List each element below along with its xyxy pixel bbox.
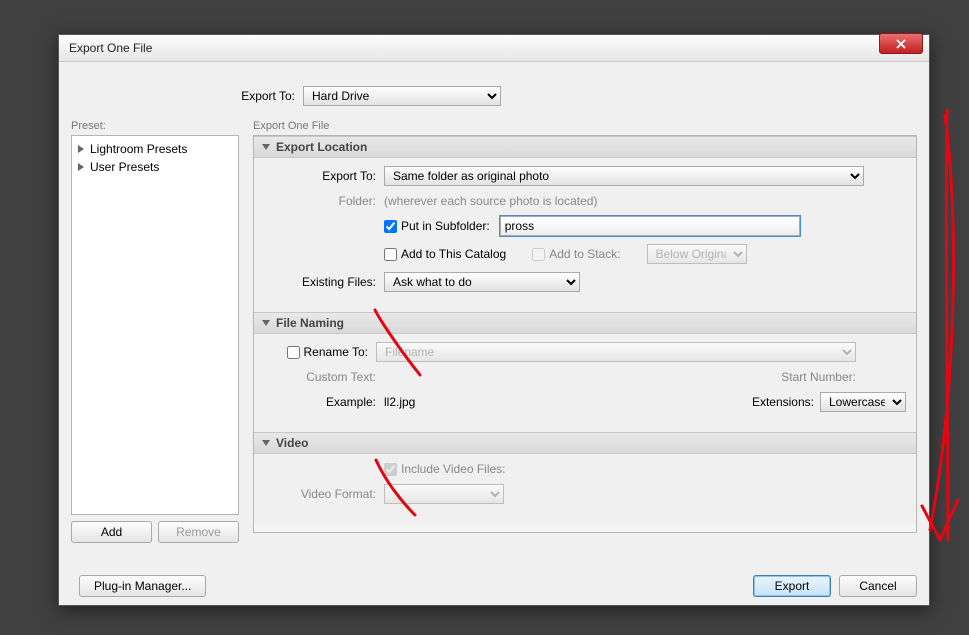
triangle-down-icon: [262, 440, 270, 446]
preset-buttons: Add Remove: [71, 521, 239, 543]
close-icon: [896, 39, 906, 49]
settings-title: Export One File: [253, 120, 917, 132]
rename-to-checkbox[interactable]: Rename To:: [264, 345, 376, 359]
exportloc-exportto-label: Export To:: [264, 169, 384, 183]
preset-item-label: User Presets: [90, 160, 159, 174]
add-to-stack-label: Add to Stack:: [549, 247, 620, 261]
include-video-label: Include Video Files:: [401, 462, 506, 476]
folder-label: Folder:: [264, 194, 384, 208]
video-format-label: Video Format:: [264, 487, 384, 501]
include-video-checkbox: Include Video Files:: [384, 462, 506, 476]
remove-preset-button[interactable]: Remove: [158, 521, 239, 543]
preset-label: Preset:: [71, 120, 239, 132]
preset-item-lightroom[interactable]: Lightroom Presets: [74, 140, 236, 158]
title-bar: Export One File: [59, 35, 929, 62]
extensions-select[interactable]: Lowercase: [820, 392, 906, 412]
put-in-subfolder-input[interactable]: [384, 220, 397, 233]
section-header-video[interactable]: Video: [254, 432, 916, 454]
existing-files-label: Existing Files:: [264, 275, 384, 289]
add-to-catalog-label: Add to This Catalog: [401, 247, 506, 261]
export-to-select[interactable]: Hard Drive: [303, 86, 501, 106]
extensions-label: Extensions:: [752, 395, 814, 409]
section-title: Video: [276, 436, 308, 450]
columns: Preset: Lightroom Presets User Presets A…: [71, 120, 917, 543]
export-button[interactable]: Export: [753, 575, 831, 597]
section-header-export-location[interactable]: Export Location: [254, 136, 916, 158]
export-dialog: Export One File Export To: Hard Drive Pr…: [58, 34, 930, 606]
dialog-title: Export One File: [69, 41, 923, 55]
existing-files-select[interactable]: Ask what to do: [384, 272, 580, 292]
stack-position-select: Below Original: [647, 244, 747, 264]
section-body-file-naming: Rename To: Filename Custom Text: Start N…: [254, 334, 916, 432]
settings-column: Export One File Export Location Export T…: [253, 120, 917, 543]
preset-list[interactable]: Lightroom Presets User Presets: [71, 135, 239, 515]
section-title: File Naming: [276, 316, 344, 330]
custom-text-label: Custom Text:: [264, 370, 384, 384]
example-label: Example:: [264, 395, 384, 409]
dialog-footer: Plug-in Manager... Export Cancel: [71, 575, 917, 597]
rename-to-select: Filename: [376, 342, 856, 362]
folder-value: (wherever each source photo is located): [384, 194, 597, 208]
put-in-subfolder-label: Put in Subfolder:: [401, 219, 490, 233]
add-to-stack-input: [532, 248, 545, 261]
exportloc-exportto-select[interactable]: Same folder as original photo: [384, 166, 864, 186]
close-button[interactable]: [879, 33, 923, 54]
preset-column: Preset: Lightroom Presets User Presets A…: [71, 120, 239, 543]
section-body-video: Include Video Files: Video Format:: [254, 454, 916, 524]
example-value: ll2.jpg: [384, 395, 415, 409]
add-to-catalog-input[interactable]: [384, 248, 397, 261]
export-to-row: Export To: Hard Drive: [71, 72, 917, 120]
cancel-button[interactable]: Cancel: [839, 575, 917, 597]
section-title: Export Location: [276, 140, 367, 154]
section-body-export-location: Export To: Same folder as original photo…: [254, 158, 916, 312]
include-video-input: [384, 463, 397, 476]
rename-to-label: Rename To:: [304, 345, 368, 359]
triangle-right-icon: [78, 145, 84, 153]
put-in-subfolder-checkbox[interactable]: Put in Subfolder:: [384, 219, 490, 233]
add-preset-button[interactable]: Add: [71, 521, 152, 543]
settings-scroll[interactable]: Export Location Export To: Same folder a…: [253, 135, 917, 533]
preset-item-user[interactable]: User Presets: [74, 158, 236, 176]
subfolder-input[interactable]: [500, 216, 800, 236]
dialog-body: Export To: Hard Drive Preset: Lightroom …: [59, 62, 929, 543]
add-to-catalog-checkbox[interactable]: Add to This Catalog: [384, 247, 506, 261]
export-to-label: Export To:: [71, 89, 303, 103]
rename-to-input[interactable]: [287, 346, 300, 359]
triangle-right-icon: [78, 163, 84, 171]
video-format-select: [384, 484, 504, 504]
add-to-stack-checkbox: Add to Stack:: [532, 247, 620, 261]
section-header-file-naming[interactable]: File Naming: [254, 312, 916, 334]
triangle-down-icon: [262, 320, 270, 326]
plugin-manager-button[interactable]: Plug-in Manager...: [79, 575, 206, 597]
triangle-down-icon: [262, 144, 270, 150]
start-number-label: Start Number:: [781, 370, 856, 384]
preset-item-label: Lightroom Presets: [90, 142, 187, 156]
